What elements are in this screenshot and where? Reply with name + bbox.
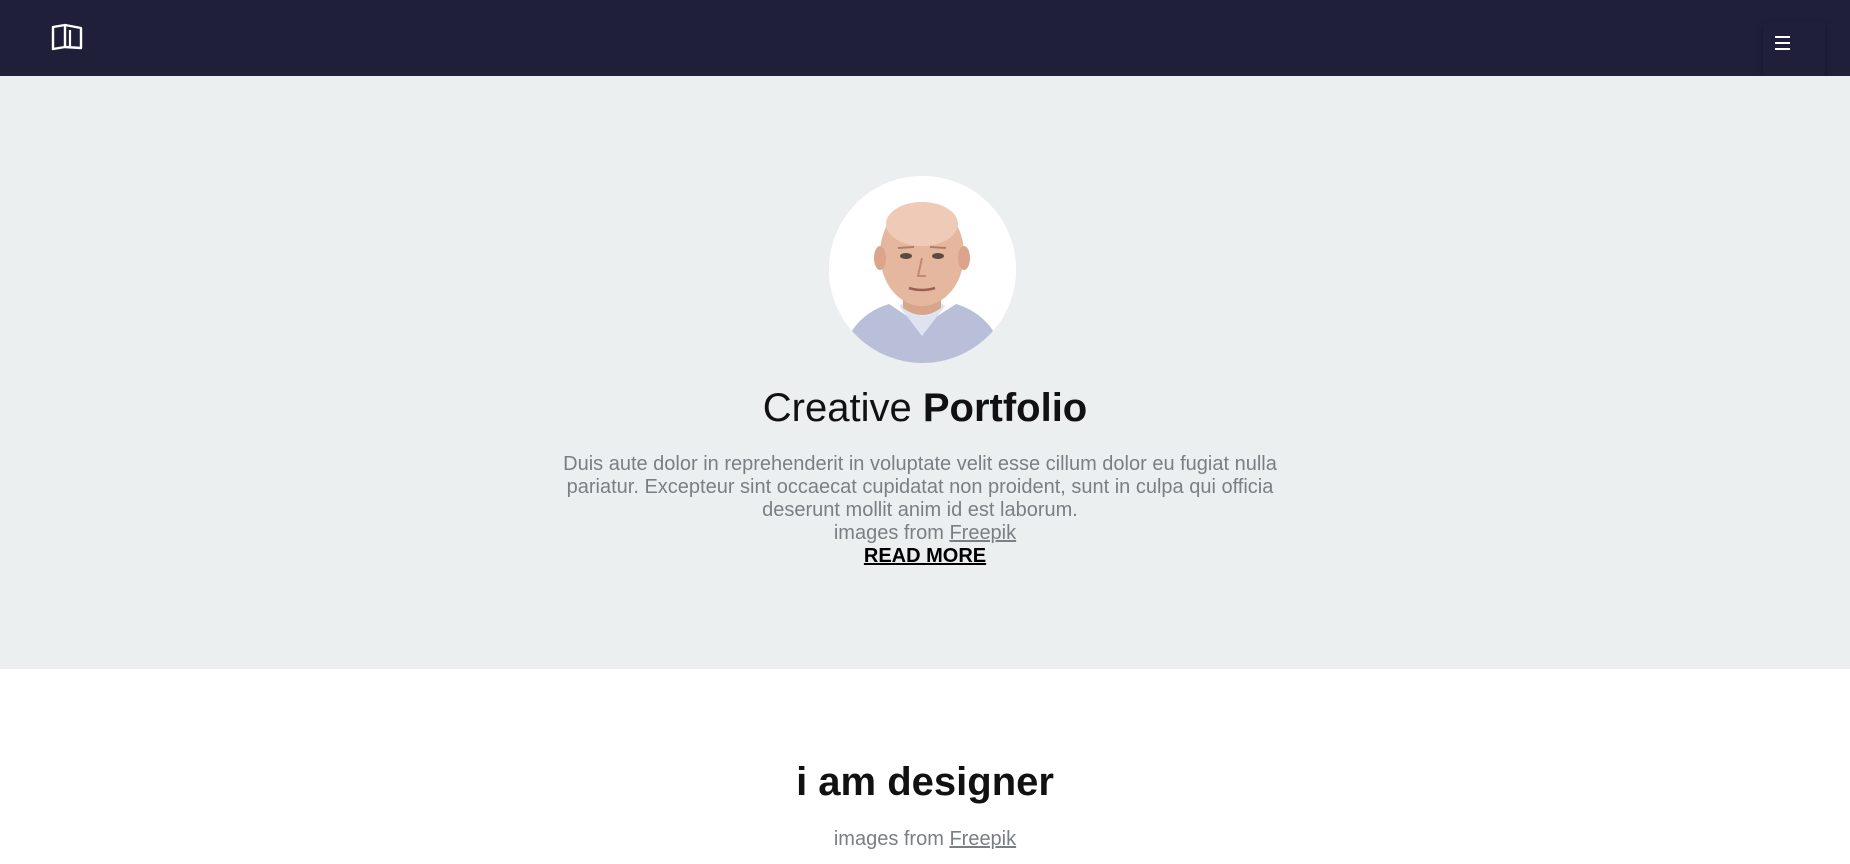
open-book-icon[interactable] <box>50 22 84 52</box>
credit-prefix: images from <box>833 828 944 850</box>
hero-title-light: Creative <box>762 386 912 430</box>
freepik-link[interactable]: Freepik <box>949 522 1016 544</box>
freepik-link[interactable]: Freepik <box>949 828 1016 850</box>
read-more-wrapper: READ MORE <box>0 545 1850 568</box>
hero-description: Duis aute dolor in reprehenderit in volu… <box>563 453 1277 521</box>
section-title: i am designer <box>796 760 1054 804</box>
section-image-credit: images from Freepik <box>0 828 1850 851</box>
hero-image-credit: images from Freepik <box>0 522 1850 545</box>
hero-title-bold: Portfolio <box>922 386 1088 430</box>
credit-prefix: images from <box>833 522 944 544</box>
hamburger-icon <box>1775 36 1790 50</box>
profile-avatar <box>829 176 1016 363</box>
top-navbar <box>0 0 1850 85</box>
read-more-link[interactable]: READ MORE <box>864 545 986 567</box>
hero-title: Creative Portfolio <box>0 386 1850 431</box>
hero-section: Creative Portfolio Duis aute dolor in re… <box>0 76 1850 669</box>
